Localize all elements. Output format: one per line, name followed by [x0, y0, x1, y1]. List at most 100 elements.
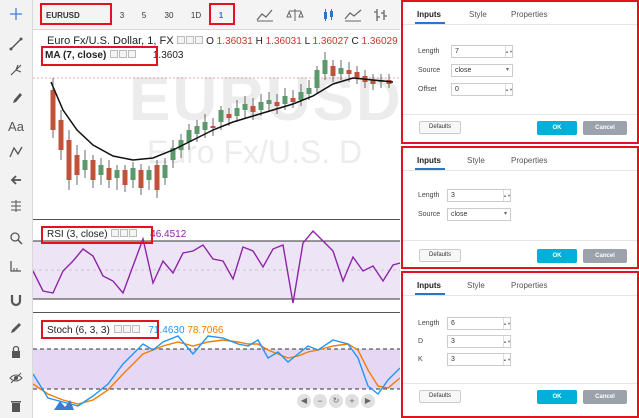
length-input[interactable]: 3 ▲▼ — [447, 189, 511, 202]
source-select[interactable]: close ▾ — [447, 208, 511, 221]
candle-body — [250, 106, 256, 112]
tab-divider — [403, 295, 637, 296]
candle-body — [90, 160, 96, 180]
footer-divider — [403, 114, 637, 115]
stepper-icon[interactable]: ▲▼ — [505, 46, 513, 57]
candles-icon[interactable] — [321, 6, 337, 24]
measure-icon[interactable] — [4, 256, 28, 276]
ok-button[interactable]: OK — [537, 121, 577, 135]
candle-body — [74, 155, 80, 175]
d-value: 3 — [451, 338, 455, 345]
offset-value: 0 — [455, 86, 459, 93]
candle-body — [122, 170, 128, 185]
zoom-out-icon[interactable]: − — [313, 394, 327, 408]
tab-style[interactable]: Style — [467, 156, 485, 165]
candle-body — [162, 165, 168, 178]
zoom-icon[interactable] — [4, 228, 28, 248]
candle-body — [186, 130, 192, 142]
candle-body — [282, 96, 288, 104]
candle-body — [194, 126, 200, 134]
tab-properties[interactable]: Properties — [511, 281, 547, 290]
cancel-button[interactable]: Cancel — [583, 249, 627, 263]
candle-body — [322, 60, 328, 74]
h-label: H — [255, 36, 263, 47]
length-input[interactable]: 6 ▲▼ — [447, 317, 511, 330]
length-label: Length — [418, 192, 440, 199]
candle-body — [338, 68, 344, 74]
tab-properties[interactable]: Properties — [511, 10, 547, 19]
defaults-button[interactable]: Defaults — [419, 121, 461, 134]
length-input[interactable]: 7 ▲▼ — [451, 45, 513, 58]
ok-button[interactable]: OK — [537, 390, 577, 404]
interval-3-button[interactable]: 3 — [115, 6, 129, 24]
pitchfork-icon[interactable] — [4, 60, 28, 80]
candle-body — [218, 110, 224, 122]
defaults-button[interactable]: Defaults — [419, 390, 461, 403]
scroll-left-icon[interactable]: ◀ — [297, 394, 311, 408]
pencil-lock-icon[interactable] — [4, 318, 28, 338]
legend-controls[interactable] — [176, 35, 204, 47]
source-label: Source — [418, 67, 441, 74]
trend-line-icon[interactable] — [4, 34, 28, 54]
source-value: close — [455, 67, 472, 74]
fib-icon[interactable] — [4, 196, 28, 216]
candle-body — [354, 72, 360, 78]
interval-5-button[interactable]: 5 — [137, 6, 151, 24]
interval-1d-button[interactable]: 1D — [187, 6, 205, 24]
lock-icon[interactable] — [4, 342, 28, 362]
tab-inputs[interactable]: Inputs — [417, 281, 441, 290]
stoch-band — [33, 349, 400, 389]
tab-inputs[interactable]: Inputs — [417, 156, 441, 165]
cancel-button[interactable]: Cancel — [583, 121, 627, 135]
tab-style[interactable]: Style — [469, 10, 487, 19]
compare-icon[interactable] — [285, 6, 305, 24]
trash-icon[interactable] — [4, 396, 28, 416]
stepper-icon[interactable]: ▲▼ — [503, 318, 511, 329]
crosshair-icon[interactable] — [4, 4, 28, 24]
candle-body — [226, 114, 232, 118]
brush-icon[interactable] — [4, 88, 28, 108]
ok-button[interactable]: OK — [537, 249, 577, 263]
tab-style[interactable]: Style — [467, 281, 485, 290]
stepper-icon[interactable]: ▲▼ — [503, 336, 511, 347]
scroll-right-icon[interactable]: ▶ — [361, 394, 375, 408]
o-value: 1.36031 — [216, 36, 253, 47]
symbol-highlight — [40, 3, 112, 25]
candle-body — [346, 70, 352, 74]
stepper-icon[interactable]: ▲▼ — [505, 84, 513, 95]
candle-body — [210, 126, 216, 128]
eye-icon[interactable] — [4, 368, 28, 388]
stoch-highlight — [41, 320, 159, 339]
d-input[interactable]: 3 ▲▼ — [447, 335, 511, 348]
chevron-down-icon: ▾ — [503, 211, 507, 217]
d-label: D — [418, 338, 424, 345]
k-input[interactable]: 3 ▲▼ — [447, 353, 511, 366]
tab-inputs[interactable]: Inputs — [417, 10, 441, 19]
tab-properties[interactable]: Properties — [511, 156, 547, 165]
magnet-icon[interactable] — [4, 290, 28, 310]
candle-body — [234, 108, 240, 116]
candle-body — [258, 102, 264, 110]
interval-30-button[interactable]: 30 — [160, 6, 178, 24]
stepper-icon[interactable]: ▲▼ — [503, 354, 511, 365]
candle-body — [154, 165, 160, 190]
ma-settings-dialog: Inputs Style Properties Length 7 ▲▼ Sour… — [401, 0, 639, 144]
tab-divider — [403, 24, 637, 25]
chart-nav-controls: ◀ − ↻ + ▶ — [297, 394, 375, 408]
source-select[interactable]: close ▾ — [451, 64, 513, 77]
cancel-button[interactable]: Cancel — [583, 390, 627, 404]
offset-input[interactable]: 0 ▲▼ — [451, 83, 513, 96]
stepper-icon[interactable]: ▲▼ — [503, 190, 511, 201]
text-icon[interactable]: Aa — [4, 116, 28, 136]
c-value: 1.36029 — [361, 36, 398, 47]
o-label: O — [206, 36, 214, 47]
candle-body — [306, 88, 312, 94]
chart-type-icon[interactable] — [255, 6, 275, 24]
zoom-in-icon[interactable]: + — [345, 394, 359, 408]
bar-style-icon[interactable] — [371, 6, 391, 24]
arrow-icon[interactable] — [4, 170, 28, 190]
indicators-icon[interactable] — [343, 6, 363, 24]
reset-icon[interactable]: ↻ — [329, 394, 343, 408]
defaults-button[interactable]: Defaults — [419, 249, 461, 262]
pattern-icon[interactable] — [4, 142, 28, 162]
